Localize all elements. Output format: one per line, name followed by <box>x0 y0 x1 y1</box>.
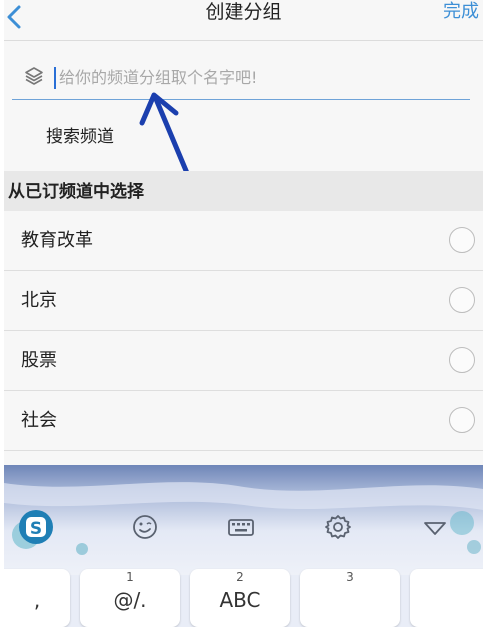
emoji-icon[interactable] <box>131 513 159 541</box>
done-button[interactable]: 完成 <box>443 0 479 24</box>
def-key[interactable]: 3 <box>300 569 400 627</box>
channel-label: 社会 <box>21 410 57 431</box>
section-title: 从已订频道中选择 <box>8 182 144 202</box>
key-main-label: ABC <box>219 588 261 612</box>
search-channel-link[interactable]: 搜索频道 <box>46 124 114 150</box>
select-radio[interactable] <box>449 287 475 313</box>
symbols-key[interactable]: 1 @/. <box>80 569 180 627</box>
channel-row[interactable]: 社会 <box>4 391 483 451</box>
key-main-label: @/. <box>113 588 147 612</box>
page-title: 创建分组 <box>205 1 282 23</box>
channel-label: 股票 <box>21 350 57 371</box>
settings-gear-icon[interactable] <box>324 513 352 541</box>
key-number-label: 1 <box>126 570 134 584</box>
section-header: 从已订频道中选择 <box>4 171 483 211</box>
key-main-label: , <box>33 588 41 612</box>
comma-key[interactable]: , <box>4 569 70 627</box>
channel-label: 北京 <box>21 290 57 311</box>
select-radio[interactable] <box>449 407 475 433</box>
next-key[interactable] <box>410 569 483 627</box>
channel-list: 教育改革 北京 股票 社会 <box>4 211 483 451</box>
key-number-label: 2 <box>236 570 244 584</box>
svg-text:S: S <box>30 519 42 539</box>
keyboard-icon[interactable] <box>227 513 255 541</box>
annotation-arrow-icon <box>139 92 190 176</box>
channel-row[interactable]: 股票 <box>4 331 483 391</box>
select-radio[interactable] <box>449 227 475 253</box>
key-number-label: 3 <box>346 570 354 584</box>
channel-row[interactable]: 教育改革 <box>4 211 483 271</box>
text-cursor <box>54 67 56 89</box>
sogou-keyboard: S , 1 @/. 2 ABC 3 <box>4 465 483 627</box>
channel-row[interactable]: 北京 <box>4 271 483 331</box>
select-radio[interactable] <box>449 347 475 373</box>
navigation-bar: 创建分组 完成 <box>4 0 483 41</box>
group-name-field[interactable]: 给你的频道分组取个名字吧! <box>12 58 470 100</box>
collapse-triangle-icon[interactable] <box>421 513 449 541</box>
abc-key[interactable]: 2 ABC <box>190 569 290 627</box>
create-group-screen: 创建分组 完成 给你的频道分组取个名字吧! 搜索频道 从已订频道中选择 教育改革… <box>4 0 483 627</box>
layers-icon <box>25 67 43 85</box>
sogou-logo-icon[interactable]: S <box>18 509 54 545</box>
keyboard-key-row: , 1 @/. 2 ABC 3 <box>4 569 483 627</box>
channel-label: 教育改革 <box>21 230 93 251</box>
